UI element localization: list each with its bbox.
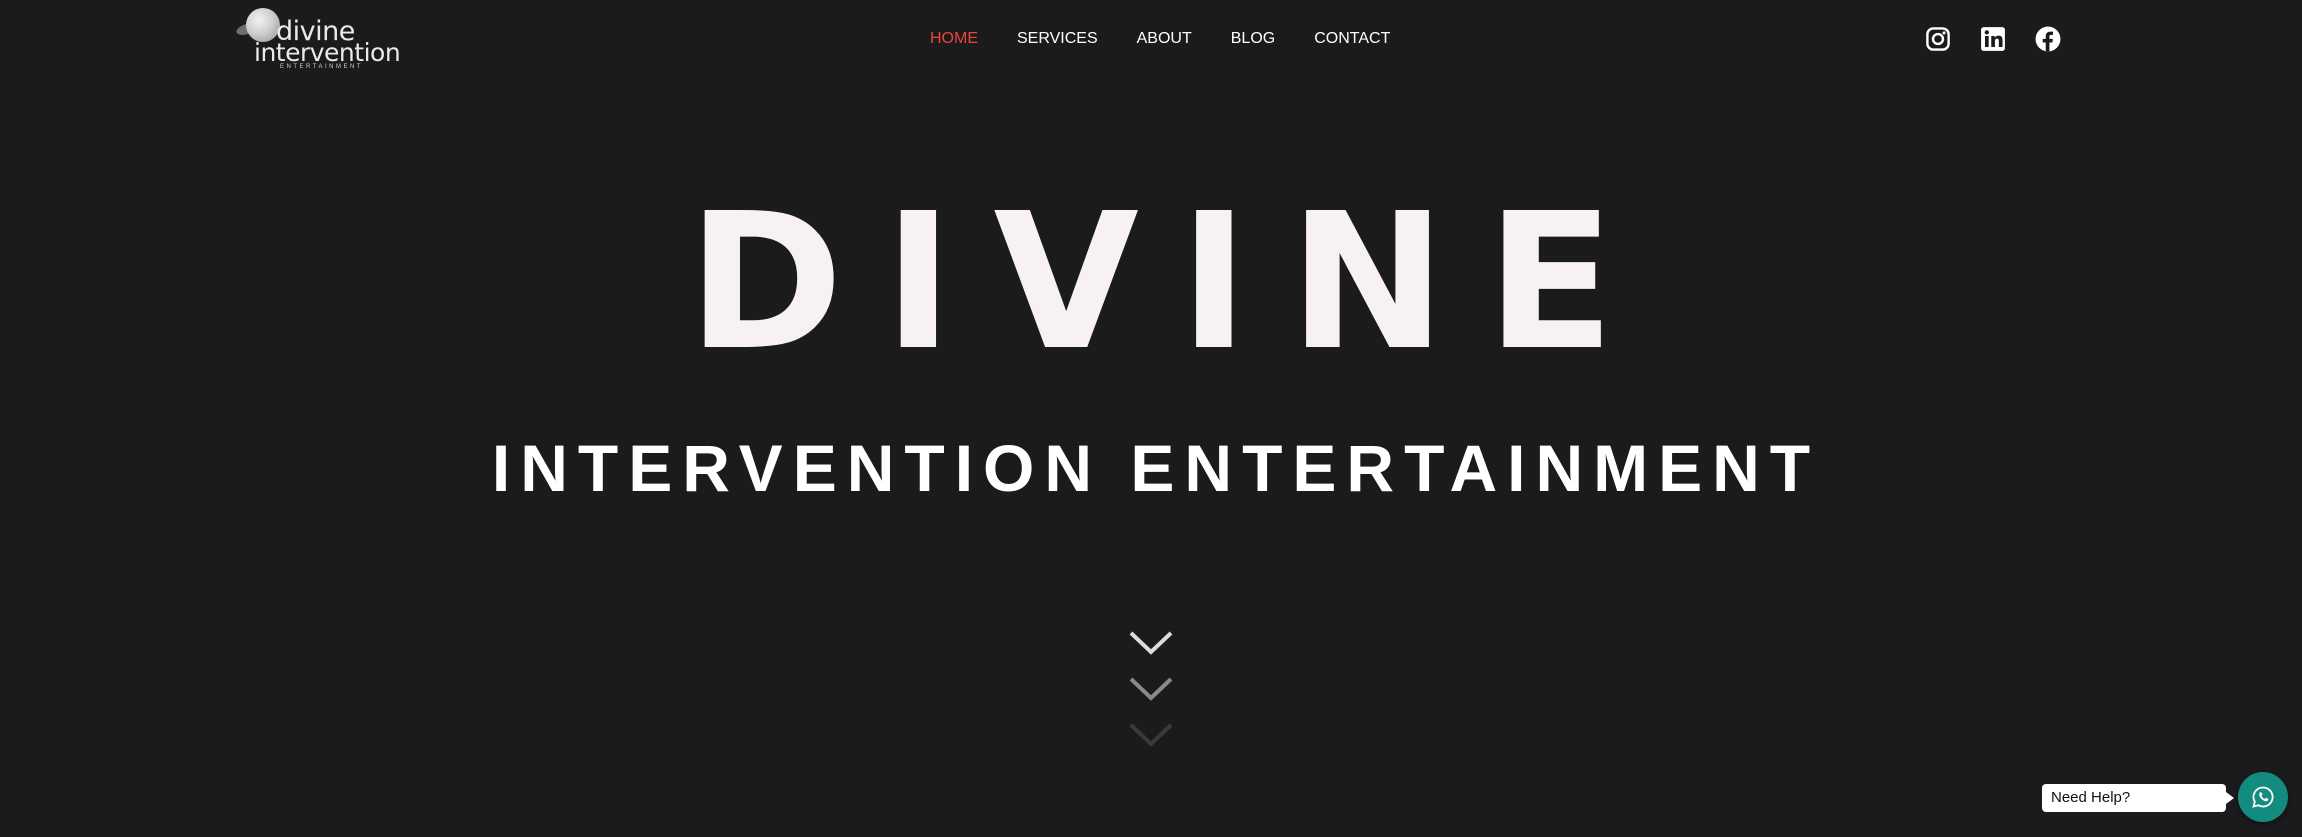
hero-subtitle: INTERVENTION ENTERTAINMENT (491, 431, 1821, 505)
chevron-down-icon (1129, 677, 1173, 701)
need-help-tooltip[interactable]: Need Help? (2042, 784, 2234, 812)
nav-link-services[interactable]: SERVICES (1017, 28, 1098, 50)
nav-item-services: SERVICES (1017, 28, 1098, 50)
logo-moon-shape (246, 8, 280, 42)
nav-link-about[interactable]: ABOUT (1137, 28, 1192, 50)
linkedin-icon[interactable] (1980, 26, 2006, 52)
nav-link-blog[interactable]: BLOG (1231, 28, 1275, 50)
nav-link-contact[interactable]: CONTACT (1314, 28, 1390, 50)
hero-title: DIVINE (687, 173, 1655, 392)
nav-link-home[interactable]: HOME (930, 28, 978, 50)
logo-text-intervention: intervention (254, 38, 401, 67)
site-logo[interactable]: divine intervention ENTERTAINMENT (234, 4, 401, 70)
whatsapp-chat-button[interactable] (2238, 772, 2288, 822)
chevron-down-icon (1129, 723, 1173, 747)
instagram-icon[interactable] (1925, 26, 1951, 52)
social-links (1925, 26, 2061, 52)
scroll-down-indicator[interactable] (1128, 630, 1174, 760)
page: divine intervention ENTERTAINMENT HOME S… (0, 0, 2302, 837)
nav-item-home: HOME (930, 28, 978, 50)
facebook-icon[interactable] (2035, 26, 2061, 52)
whatsapp-icon (2252, 786, 2274, 808)
nav-item-contact: CONTACT (1314, 28, 1390, 50)
logo-text-entertainment: ENTERTAINMENT (280, 64, 363, 70)
main-nav: HOME SERVICES ABOUT BLOG CONTACT (930, 28, 1390, 50)
chevron-down-icon (1129, 631, 1173, 655)
nav-item-about: ABOUT (1137, 28, 1192, 50)
nav-item-blog: BLOG (1231, 28, 1275, 50)
